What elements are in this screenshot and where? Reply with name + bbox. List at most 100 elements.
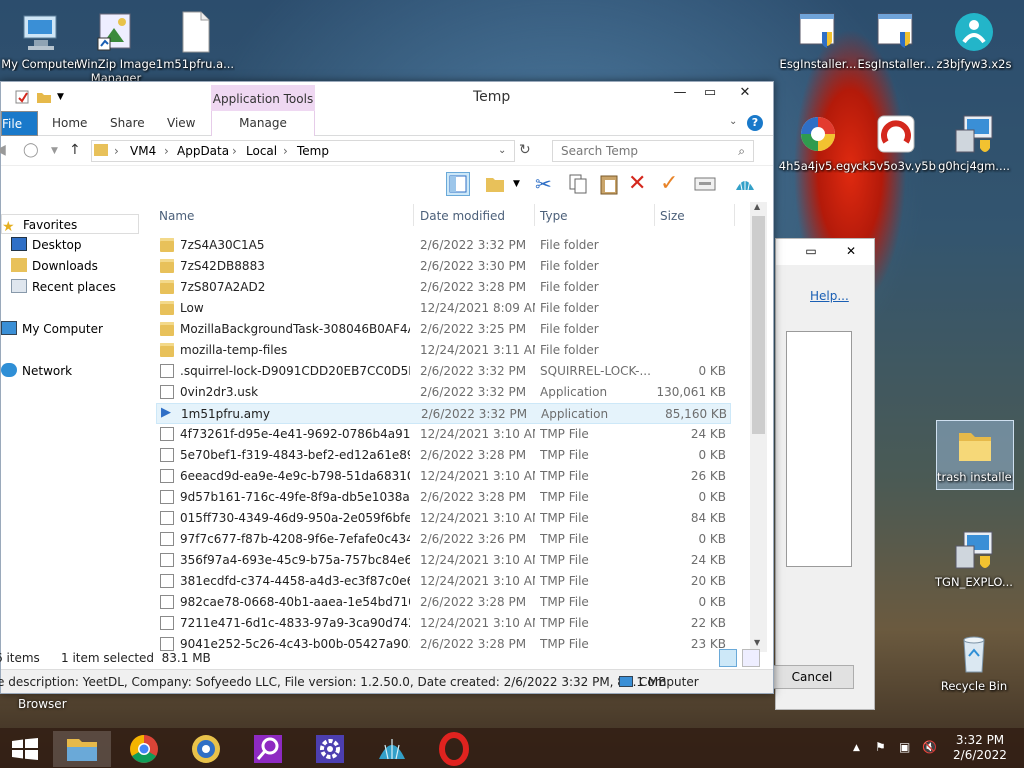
chevron-down-icon[interactable]: ⌄ [498, 141, 506, 161]
close-button[interactable]: ✕ [725, 82, 765, 104]
tab-manage[interactable]: Manage [211, 111, 315, 136]
table-row[interactable]: 982cae78-0668-40b1-aaea-1e54bd710958....… [156, 592, 731, 613]
show-hidden-icons-icon[interactable]: ▲ [853, 743, 860, 753]
nav-network[interactable]: Network [1, 361, 72, 381]
tab-home[interactable]: Home [52, 111, 87, 136]
clock[interactable]: 3:32 PM 2/6/2022 [945, 733, 1015, 763]
table-row[interactable]: 97f7c677-f87b-4208-9f6e-7efafe0c4344.t..… [156, 529, 731, 550]
table-row[interactable]: 7zS42DB8883 2/6/2022 3:30 PM File folder [156, 256, 731, 277]
breadcrumb-temp[interactable]: Temp [297, 141, 329, 161]
cut-icon[interactable]: ✂ [535, 172, 559, 196]
table-row[interactable]: 7211e471-6d1c-4833-97a9-3ca90d742f8d....… [156, 613, 731, 634]
breadcrumb-vm4[interactable]: VM4 [130, 141, 156, 161]
minimize-button[interactable]: ▭ [798, 242, 824, 260]
shield-browser-icon[interactable] [177, 731, 235, 767]
forward-icon[interactable]: ◯ [23, 142, 39, 158]
chevron-down-icon[interactable]: ▼ [57, 89, 73, 105]
nav-desktop[interactable]: Desktop [11, 235, 82, 255]
settings-app-icon[interactable] [301, 731, 359, 767]
desktop-icon-g0hcj4gm[interactable]: g0hcj4gm.... [934, 112, 1014, 173]
desktop-icon-my-computer[interactable]: My Computer [0, 10, 80, 71]
opera-icon[interactable] [425, 731, 483, 767]
column-header-date[interactable]: Date modified [420, 202, 505, 228]
action-center-flag-icon[interactable]: ⚑ [875, 740, 886, 754]
large-icons-view-icon[interactable] [742, 649, 760, 667]
table-row[interactable]: .squirrel-lock-D9091CDD20EB7CC0D5D9E... 2… [156, 361, 731, 382]
help-icon[interactable]: ? [747, 115, 763, 131]
rename-icon[interactable]: ✓ [660, 172, 684, 196]
column-header-type[interactable]: Type [540, 202, 568, 228]
tab-view[interactable]: View [167, 111, 195, 136]
nav-recent-places[interactable]: Recent places [11, 277, 116, 297]
address-path[interactable]: › VM4 › AppData › Local › Temp ⌄ [91, 140, 515, 162]
scroll-down-icon[interactable]: ▼ [754, 638, 760, 647]
column-header-size[interactable]: Size [660, 202, 685, 228]
scroll-up-icon[interactable]: ▲ [754, 202, 760, 211]
desktop-icon-recycle-bin[interactable]: Recycle Bin [934, 632, 1014, 693]
delete-icon[interactable]: ✕ [628, 172, 652, 196]
help-link[interactable]: Help... [810, 289, 849, 303]
file-explorer-icon[interactable] [53, 731, 111, 767]
desktop-icon-4h5a4jv5[interactable]: 4h5a4jv5.egy [778, 112, 858, 173]
desktop-icon-esginstaller-1[interactable]: EsgInstaller... [778, 10, 858, 71]
table-row[interactable]: 7zS4A30C1A5 2/6/2022 3:32 PM File folder [156, 235, 731, 256]
desktop-icon-ck5v5o3v[interactable]: ck5v5o3v.y5b [856, 112, 936, 173]
up-arrow-icon[interactable]: ↑ [69, 142, 81, 158]
table-row[interactable]: mozilla-temp-files 12/24/2021 3:11 AM File… [156, 340, 731, 361]
desktop-icon-winzip-image-manager[interactable]: WinZip Image Manager [76, 10, 156, 85]
table-row[interactable]: 381ecdfd-c374-4458-a4d3-ec3f87c0e642....… [156, 571, 731, 592]
table-row[interactable]: 0vin2dr3.usk 2/6/2022 3:32 PM Application 1… [156, 382, 731, 403]
table-row[interactable]: ▶ 1m51pfru.amy 2/6/2022 3:32 PM Application… [156, 403, 731, 424]
search-input[interactable]: Search Temp ⌕ [552, 140, 754, 162]
properties-icon[interactable] [14, 89, 30, 105]
start-button-icon[interactable] [12, 738, 38, 760]
table-row[interactable]: 4f73261f-d95e-4e41-9692-0786b4a9181e.t..… [156, 424, 731, 445]
desktop-icon-1m51pfru[interactable]: 1m51pfru.a... [155, 10, 235, 71]
scrollbar-thumb[interactable] [752, 216, 765, 434]
chrome-icon[interactable] [115, 731, 173, 767]
breadcrumb-local[interactable]: Local [246, 141, 277, 161]
volume-muted-icon[interactable]: 🔇 [922, 740, 937, 754]
table-row[interactable]: Low 12/24/2021 8:09 AM File folder [156, 298, 731, 319]
table-row[interactable]: 6eeacd9d-ea9e-4e9c-b798-51da68310a9b... 1… [156, 466, 731, 487]
nav-my-computer[interactable]: My Computer [1, 319, 103, 339]
table-row[interactable]: 015ff730-4349-46d9-950a-2e059f6bfe71.t..… [156, 508, 731, 529]
search-app-icon[interactable] [239, 731, 297, 767]
preview-pane-icon[interactable] [446, 172, 470, 196]
chevron-down-icon[interactable]: ⌄ [729, 116, 737, 127]
column-header-name[interactable]: Name [159, 202, 194, 228]
shell-icon[interactable] [733, 172, 757, 196]
table-row[interactable]: MozillaBackgroundTask-308046B0AF4A3... 2/… [156, 319, 731, 340]
nav-favorites[interactable]: ★ Favorites [1, 214, 139, 234]
shell-app-icon[interactable] [363, 731, 421, 767]
close-button[interactable]: ✕ [838, 242, 864, 260]
chevron-down-icon[interactable]: ▼ [513, 172, 537, 196]
back-icon[interactable]: ◀ [0, 142, 6, 158]
desktop-icon-esginstaller-2[interactable]: EsgInstaller... [856, 10, 936, 71]
network-tray-icon[interactable]: ▣ [899, 740, 910, 754]
vertical-scrollbar[interactable]: ▲ ▼ [750, 202, 767, 652]
cancel-button[interactable]: Cancel [770, 665, 854, 689]
paste-icon[interactable] [597, 172, 621, 196]
chevron-down-icon[interactable]: ▼ [51, 146, 58, 156]
desktop-icon-tgn-explo[interactable]: TGN_EXPLO... [934, 528, 1014, 589]
move-to-icon[interactable] [484, 172, 508, 196]
desktop-icon-trash-installer[interactable]: trash installer [936, 420, 1014, 490]
table-row[interactable]: 9d57b161-716c-49fe-8f9a-db5e1038aeca....… [156, 487, 731, 508]
file-name: 7zS807A2AD2 [180, 280, 266, 294]
tab-share[interactable]: Share [110, 111, 145, 136]
minimize-button[interactable]: — [665, 82, 695, 104]
breadcrumb-appdata[interactable]: AppData [177, 141, 229, 161]
maximize-button[interactable]: ▭ [695, 82, 725, 104]
table-row[interactable]: 5e70bef1-f319-4843-bef2-ed12a61e8999.t..… [156, 445, 731, 466]
new-folder-icon[interactable] [36, 89, 52, 105]
tab-file[interactable]: File [1, 111, 38, 136]
nav-downloads[interactable]: Downloads [11, 256, 98, 276]
table-row[interactable]: 356f97a4-693e-45c9-b75a-757bc84e686e....… [156, 550, 731, 571]
copy-icon[interactable] [566, 172, 590, 196]
properties-icon[interactable] [693, 172, 717, 196]
desktop-icon-z3bjfyw3[interactable]: z3bjfyw3.x2s [934, 10, 1014, 71]
details-view-icon[interactable] [719, 649, 737, 667]
table-row[interactable]: 7zS807A2AD2 2/6/2022 3:28 PM File folder [156, 277, 731, 298]
refresh-icon[interactable]: ↻ [519, 142, 531, 158]
